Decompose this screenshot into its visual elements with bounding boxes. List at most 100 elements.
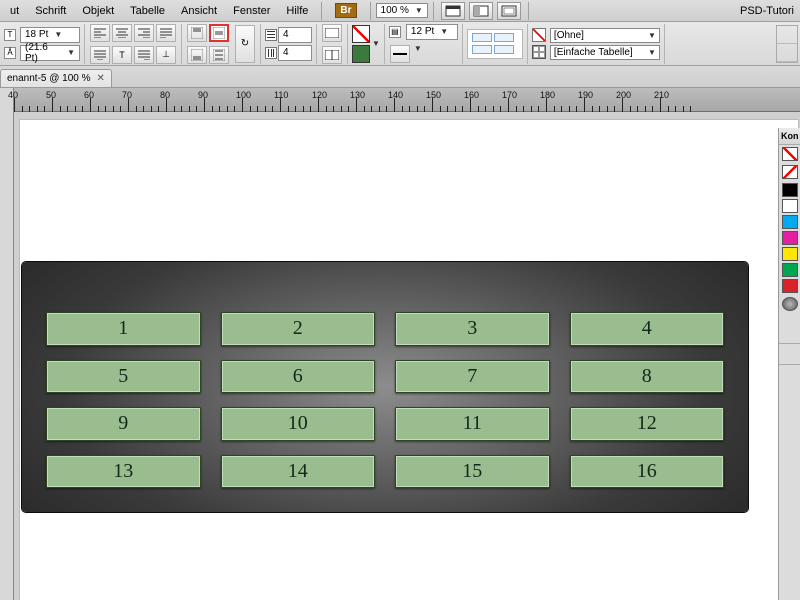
swatch-gradient[interactable] <box>782 297 798 311</box>
swatches-panel: Kon <box>778 128 800 600</box>
leading-value: (21.6 Pt) <box>25 42 61 64</box>
canvas-area: 12345678910111213141516 <box>0 112 800 600</box>
stroke-swatch-button[interactable] <box>352 45 370 63</box>
table-cell[interactable]: 9 <box>46 407 201 441</box>
chevron-down-icon: ▼ <box>440 27 448 36</box>
text-flow-button[interactable]: ⊥ <box>156 46 176 64</box>
cell-stroke-preview[interactable] <box>467 29 523 59</box>
close-icon[interactable]: ✕ <box>97 73 105 84</box>
document-tab-label: enannt-5 @ 100 % <box>7 73 91 84</box>
color-swatch[interactable] <box>782 183 798 197</box>
vertical-ruler <box>0 112 14 600</box>
table-cell[interactable]: 3 <box>395 312 550 346</box>
col-count-field[interactable]: 4 <box>278 45 312 61</box>
table-cell[interactable]: 8 <box>570 360 725 394</box>
divider <box>433 2 434 20</box>
screen-mode-bleed-button[interactable] <box>497 2 521 20</box>
table-cell[interactable]: 13 <box>46 455 201 489</box>
valign-top-button[interactable] <box>187 24 207 42</box>
document-tab-bar: enannt-5 @ 100 % ✕ <box>0 66 800 88</box>
app-title: PSD-Tutori <box>740 5 800 17</box>
swatch-none-fill[interactable] <box>782 147 798 161</box>
menu-hilfe[interactable]: Hilfe <box>278 2 316 20</box>
color-swatch[interactable] <box>782 231 798 245</box>
table-cell[interactable]: 12 <box>570 407 725 441</box>
font-size-field[interactable]: 18 Pt ▼ <box>20 27 80 43</box>
fill-swatch-button[interactable] <box>352 25 370 43</box>
text-vertical-tb-button[interactable]: T <box>112 46 132 64</box>
merge-cells-button[interactable] <box>322 24 342 42</box>
font-size-value: 18 Pt <box>25 29 48 40</box>
cols-icon <box>265 47 277 59</box>
horizontal-ruler: 4050607080901001101201301401501601701801… <box>0 88 800 112</box>
table-cell[interactable]: 16 <box>570 455 725 489</box>
split-cells-button[interactable] <box>322 46 342 64</box>
leading-field[interactable]: (21.6 Pt) ▼ <box>20 45 80 61</box>
panel-toggle-rail[interactable] <box>776 25 798 63</box>
divider <box>370 2 371 20</box>
chevron-down-icon: ▼ <box>54 30 62 39</box>
color-swatch[interactable] <box>782 199 798 213</box>
table-cell[interactable]: 11 <box>395 407 550 441</box>
table-cell[interactable]: 7 <box>395 360 550 394</box>
chevron-down-icon: ▼ <box>372 39 380 48</box>
table-cell[interactable]: 1 <box>46 312 201 346</box>
menu-objekt[interactable]: Objekt <box>74 2 122 20</box>
table-frame[interactable]: 12345678910111213141516 <box>22 262 748 512</box>
chevron-down-icon: ▼ <box>414 44 422 64</box>
swatch-none-stroke[interactable] <box>782 165 798 179</box>
table-cell[interactable]: 5 <box>46 360 201 394</box>
justify-left-button[interactable] <box>156 24 176 42</box>
menu-fenster[interactable]: Fenster <box>225 2 278 20</box>
stroke-style-line-button[interactable] <box>390 45 410 63</box>
color-swatch[interactable] <box>782 263 798 277</box>
chevron-down-icon: ▼ <box>648 31 656 40</box>
align-right-button[interactable] <box>134 24 154 42</box>
valign-justify-button[interactable] <box>209 46 229 64</box>
divider <box>528 2 529 20</box>
font-size-icon: T <box>4 29 16 41</box>
control-bar: T 18 Pt ▼ Å (21.6 Pt) ▼ <box>0 22 800 66</box>
color-swatch[interactable] <box>782 247 798 261</box>
chevron-down-icon: ▼ <box>648 48 656 57</box>
bridge-button[interactable]: Br <box>335 3 356 18</box>
leading-icon: Å <box>4 47 16 59</box>
screen-mode-preview-button[interactable] <box>469 2 493 20</box>
menu-schrift[interactable]: Schrift <box>27 2 74 20</box>
menu-bar: ut Schrift Objekt Tabelle Ansicht Fenste… <box>0 0 800 22</box>
row-count-field[interactable]: 4 <box>278 27 312 43</box>
divider <box>321 2 322 20</box>
text-rotation-button[interactable]: ↻ <box>234 22 256 65</box>
chevron-down-icon: ▼ <box>415 6 423 15</box>
table-cell[interactable]: 2 <box>221 312 376 346</box>
menu-ansicht[interactable]: Ansicht <box>173 2 225 20</box>
document-tab[interactable]: enannt-5 @ 100 % ✕ <box>0 69 112 87</box>
color-swatch[interactable] <box>782 215 798 229</box>
chevron-down-icon: ▼ <box>67 48 75 57</box>
align-center-button[interactable] <box>112 24 132 42</box>
table-cell[interactable]: 6 <box>221 360 376 394</box>
stroke-weight-field[interactable]: 12 Pt▼ <box>406 24 458 40</box>
stroke-weight-icon: ▤ <box>389 26 401 38</box>
valign-center-button[interactable] <box>209 24 229 42</box>
table-cell[interactable]: 10 <box>221 407 376 441</box>
table-style-select[interactable]: [Einfache Tabelle]▼ <box>550 45 660 60</box>
cell-style-select[interactable]: [Ohne]▼ <box>550 28 660 43</box>
cell-style-none-icon <box>532 28 546 42</box>
table-cell[interactable]: 14 <box>221 455 376 489</box>
screen-mode-normal-button[interactable] <box>441 2 465 20</box>
table-style-icon <box>532 45 546 59</box>
menu-layout[interactable]: ut <box>2 2 27 20</box>
valign-bottom-button[interactable] <box>187 46 207 64</box>
table-cell[interactable]: 4 <box>570 312 725 346</box>
color-swatch[interactable] <box>782 279 798 293</box>
justify-right-button[interactable] <box>134 46 154 64</box>
panel-title[interactable]: Kon <box>779 128 800 145</box>
align-left-button[interactable] <box>90 24 110 42</box>
zoom-value: 100 % <box>381 5 409 16</box>
menu-tabelle[interactable]: Tabelle <box>122 2 173 20</box>
rows-icon <box>265 29 277 41</box>
justify-center-button[interactable] <box>90 46 110 64</box>
table-cell[interactable]: 15 <box>395 455 550 489</box>
zoom-level-field[interactable]: 100 % ▼ <box>376 3 428 18</box>
